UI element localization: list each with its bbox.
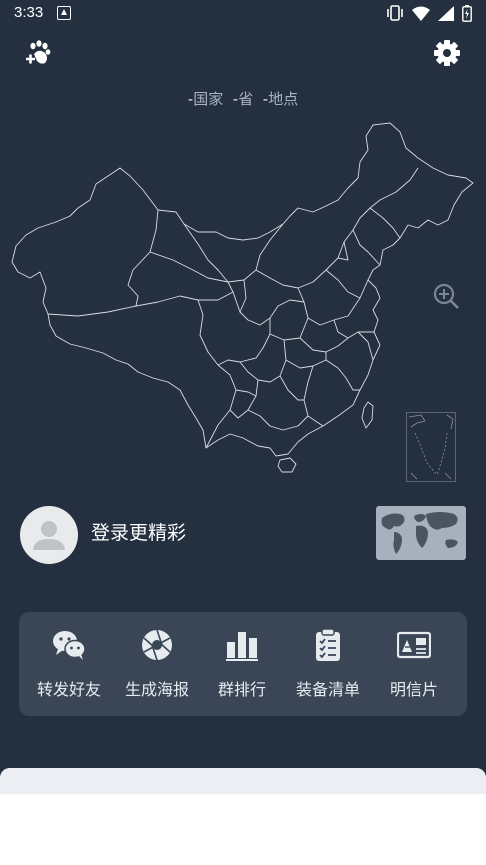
notification-icon: [57, 6, 71, 20]
battery-icon: [462, 4, 472, 22]
world-map-button[interactable]: [376, 506, 466, 560]
postcard-icon: [397, 631, 431, 659]
vibrate-icon: [387, 5, 403, 21]
signal-icon: [438, 5, 454, 21]
equipment-list-button[interactable]: 装备清单: [283, 612, 373, 716]
bottom-sheet[interactable]: [0, 768, 486, 865]
group-ranking-label: 群排行: [217, 680, 266, 699]
add-footprint-button[interactable]: [24, 38, 54, 68]
equipment-list-label: 装备清单: [295, 680, 360, 699]
zoom-in-button[interactable]: [432, 282, 460, 310]
country-outline: [11, 122, 474, 457]
wechat-icon: [53, 631, 86, 660]
generate-poster-label: 生成海报: [124, 680, 189, 699]
action-toolbar: 转发好友 生成海报 群排行 装备清单 明信片: [19, 612, 467, 716]
status-bar: 3:33: [0, 0, 486, 26]
login-prompt[interactable]: 登录更精彩: [91, 518, 186, 545]
south-china-sea-map: [408, 414, 454, 480]
map-legend: -国家 -省 -地点: [0, 88, 486, 109]
settings-button[interactable]: [432, 38, 462, 68]
checklist-icon: [316, 628, 340, 661]
system-icons: [386, 4, 472, 22]
wifi-icon: [412, 6, 430, 21]
share-friends-label: 转发好友: [36, 680, 101, 699]
generate-poster-button[interactable]: 生成海报: [112, 612, 202, 716]
south-china-sea-inset: [406, 412, 456, 482]
legend-province: 省: [238, 90, 254, 108]
user-placeholder-icon: [33, 521, 65, 550]
status-time: 3:33: [14, 4, 44, 21]
bar-chart-icon: [226, 632, 258, 661]
bottom-sheet-header: [0, 768, 486, 794]
aperture-icon: [142, 629, 172, 661]
footprint-add-icon: [26, 40, 51, 64]
zoom-in-icon: [433, 283, 459, 309]
group-ranking-button[interactable]: 群排行: [197, 612, 287, 716]
legend-country: 国家: [193, 90, 224, 108]
avatar[interactable]: [20, 506, 78, 564]
postcard-button[interactable]: 明信片: [369, 612, 459, 716]
world-map-icon: [381, 512, 458, 554]
share-friends-button[interactable]: 转发好友: [24, 612, 114, 716]
legend-place: 地点: [268, 90, 299, 108]
postcard-label: 明信片: [389, 680, 438, 699]
gear-icon: [434, 40, 460, 66]
